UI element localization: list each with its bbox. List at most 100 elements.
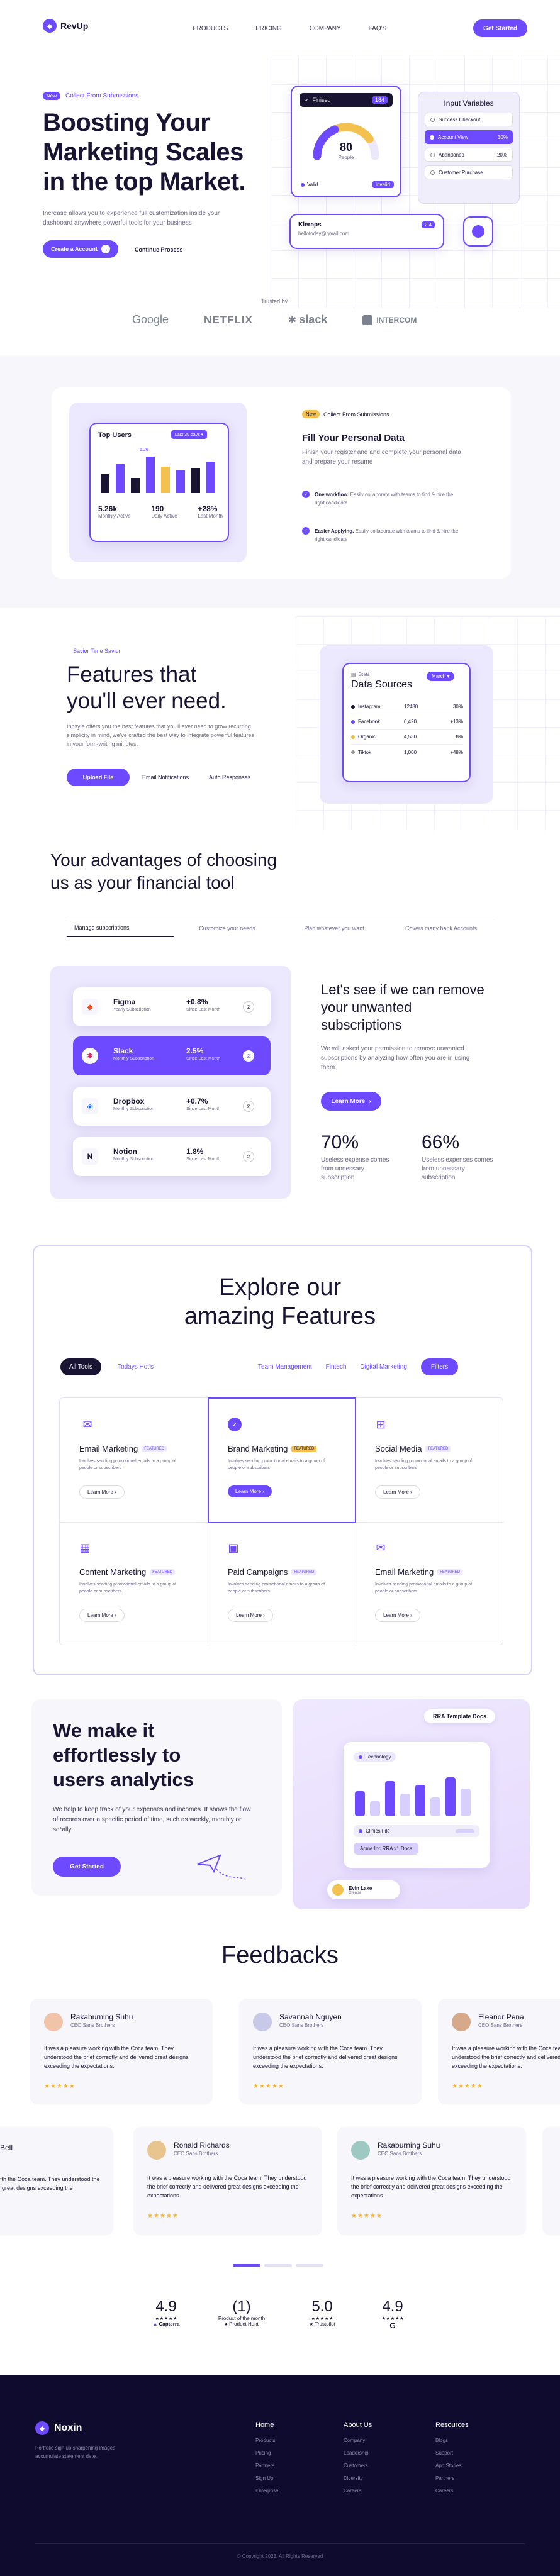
footer-desc: Portfolio sign up sharpening images accu… [35,2445,116,2459]
tab-customize-needs[interactable]: Customize your needs [174,921,281,936]
table-cell: 6,420 [404,719,417,724]
tab-filters[interactable]: Filters [420,1358,459,1375]
chevron-right-icon: › [410,1613,412,1618]
learn-more-button[interactable]: Learn More › [321,1092,381,1111]
hero-badge-text: Collect From Submissions [65,92,139,99]
carousel-dot-active[interactable] [233,2264,260,2267]
table-cell: 1,000 [404,749,417,755]
carousel-indicator[interactable] [233,2264,323,2267]
hero-title-line-1: Boosting Your [43,109,210,136]
footer-link[interactable]: Careers [435,2488,469,2494]
learn-more-link[interactable]: Learn More › [375,1609,420,1622]
remove-icon[interactable]: ⊘ [243,1050,254,1062]
sub-pct-label: Since Last Month [186,1008,221,1012]
subscription-row-figma[interactable]: ◆ Figma Yearly Subscription +0.8% Since … [73,987,271,1026]
subscription-row-dropbox[interactable]: ◈ Dropbox Monthly Subscription +0.7% Sin… [73,1087,271,1126]
get-started-button[interactable]: Get Started [473,19,527,37]
nav-link-company[interactable]: COMPANY [310,25,341,32]
testimonial-quote: It was a pleasure working with the Coca … [0,2176,100,2191]
brand[interactable]: ◆ RevUp [43,19,88,33]
carousel-dot[interactable] [264,2264,292,2267]
top-users-period[interactable]: Last 30 days ▾ [171,430,208,439]
feature-tag: FEATURED [291,1445,317,1452]
tab-upload-file[interactable]: Upload File [67,769,130,786]
footer-link[interactable]: Leadership [344,2450,372,2456]
analytics-get-started-button[interactable]: Get Started [53,1857,121,1877]
feature-title: Brand Marketing [228,1444,288,1453]
testimonial-name: Ronald Richards [174,2141,230,2150]
nav-link-faqs[interactable]: FAQ'S [369,25,387,32]
tech-chip: Technology [354,1752,396,1762]
learn-more-link[interactable]: Learn More › [79,1609,125,1622]
radio-icon [430,170,435,175]
rating-stars-icon: ★★★★★ [311,2316,333,2321]
bar [385,1781,395,1816]
variable-row-1[interactable]: Success Checkout [425,113,513,126]
testimonial-card: Rakaburning Suhu CEO Sans Brothers It wa… [30,1999,213,2104]
peak-label: 5.26 [140,448,148,452]
table-cell: 4,530 [404,734,417,740]
instagram-icon [351,704,355,709]
advantages-right-title: Let's see if we can remove your unwanted… [321,982,484,1033]
nav-link-products[interactable]: PRODUCTS [193,25,228,32]
footer-link[interactable]: Support [435,2450,469,2456]
learn-more-link[interactable]: Learn More › [79,1485,125,1499]
learn-more-link[interactable]: Learn More › [375,1485,420,1499]
tab-email-notifications[interactable]: Email Notifications [142,774,189,780]
gauge-tag-value: 184 [371,96,388,104]
remove-icon[interactable]: ⊘ [243,1101,254,1112]
create-account-button[interactable]: Create a Account → [43,240,118,258]
carousel-dot[interactable] [296,2264,323,2267]
product-hunt-icon: ● Product Hunt [225,2321,259,2327]
bar [400,1794,410,1816]
remove-icon[interactable]: ⊘ [243,1151,254,1162]
footer-link[interactable]: Partners [435,2475,469,2481]
footer-brand[interactable]: ◆ Noxin [35,2421,82,2435]
learn-more-link[interactable]: Learn More › [228,1485,272,1497]
stat-label: Daily Active [151,513,177,519]
sub-name: Figma [113,997,136,1006]
nav-link-pricing[interactable]: PRICING [255,25,282,32]
tab-all-tools[interactable]: All Tools [60,1358,102,1375]
bar [206,462,215,493]
tab-todays-hots[interactable]: Todays Hot's [109,1358,162,1375]
feature-tag: FEATURED [437,1568,463,1575]
data-sources-table: Instagram 12480 30% Facebook 6,420 +13% Orga… [351,699,463,760]
variable-row-2[interactable]: Account View 30% [425,130,513,144]
footer-link[interactable]: Products [255,2438,278,2443]
footer-link[interactable]: Company [344,2438,372,2443]
footer-link[interactable]: Customers [344,2463,372,2468]
tab-digital-marketing[interactable]: Digital Marketing [360,1358,406,1375]
remove-icon[interactable]: ⊘ [243,1001,254,1013]
footer-link[interactable]: Blogs [435,2438,469,2443]
chip-dot-icon [359,1755,362,1759]
month-select[interactable]: March ▾ [427,672,455,681]
tab-manage-subscriptions[interactable]: Manage subscriptions [67,921,174,937]
analytics-bars [355,1777,471,1816]
tab-bank-accounts[interactable]: Covers many bank Accounts [388,921,495,936]
tab-plan-whatever[interactable]: Plan whatever you want [281,921,388,936]
trustpilot-icon: ★ [309,2321,314,2327]
tab-auto-responses[interactable]: Auto Responses [209,774,250,780]
bar [415,1785,425,1816]
tab-team-management[interactable]: Team Management [258,1358,312,1375]
subscription-row-notion[interactable]: N Notion Monthly Subscription 1.8% Since… [73,1137,271,1176]
footer-link[interactable]: App Stories [435,2463,469,2468]
gauge-card: ✓ Finised 184 80 People Valid Invalid [291,86,401,197]
stat-label: Last Month [198,513,223,519]
variable-row-3[interactable]: Abandoned 20% [425,148,513,162]
gauge-tag-label: Finised [312,97,331,103]
footer-link[interactable]: Diversity [344,2475,372,2481]
learn-more-link[interactable]: Learn More › [228,1609,273,1622]
tab-fintech[interactable]: Fintech [326,1358,347,1375]
footer-link[interactable]: Sign Up [255,2475,278,2481]
variable-row-4[interactable]: Customer Purchase [425,165,513,179]
slack-icon: ✱ [288,314,297,326]
footer-link[interactable]: Careers [344,2488,372,2494]
subscription-row-slack[interactable]: ✱ Slack Monthly Subscription 2.5% Since … [73,1036,271,1075]
stat-label: Useless expense comes from unnessary sub… [321,1157,389,1181]
footer-link[interactable]: Partners [255,2463,278,2468]
footer-link[interactable]: Pricing [255,2450,278,2456]
continue-process-link[interactable]: Continue Process [135,247,183,253]
footer-link[interactable]: Enterprise [255,2488,278,2494]
